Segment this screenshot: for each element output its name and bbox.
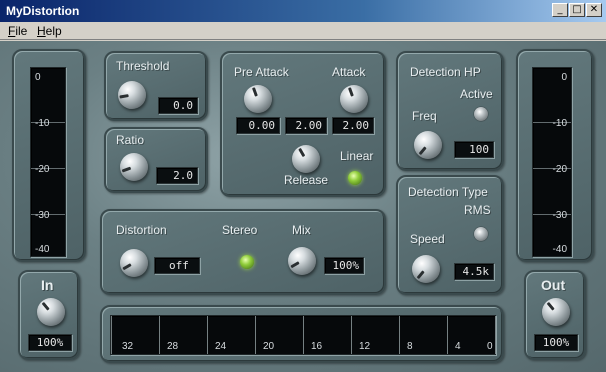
stereo-led-toggle[interactable]: [240, 255, 254, 269]
speed-label: Speed: [410, 232, 445, 246]
linear-led-toggle[interactable]: [348, 171, 362, 185]
gr-scale-0: 0: [487, 341, 493, 352]
threshold-panel: Threshold 0.0: [104, 51, 208, 121]
freq-value: 100: [454, 141, 494, 158]
pre-attack-value: 0.00: [236, 117, 280, 134]
output-scale-40: -40: [552, 244, 567, 255]
input-scale-10: -10: [35, 118, 50, 129]
ratio-value: 2.0: [156, 167, 198, 184]
gr-tick: [351, 316, 352, 354]
threshold-value: 0.0: [158, 97, 198, 114]
input-gain-knob[interactable]: [37, 298, 65, 326]
gr-scale-28: 28: [167, 341, 179, 352]
detection-hp-title: Detection HP: [410, 65, 481, 79]
output-scale-30: -30: [552, 210, 567, 221]
freq-knob[interactable]: [414, 131, 442, 159]
release-label: Release: [284, 173, 329, 187]
gr-scale-8: 8: [407, 341, 413, 352]
menu-help[interactable]: Help: [37, 24, 62, 38]
ratio-panel: Ratio 2.0: [104, 127, 208, 193]
speed-value: 4.5k: [454, 263, 494, 280]
input-gain-panel: In 100%: [18, 270, 80, 360]
menu-file[interactable]: File: [8, 24, 27, 38]
gr-scale-16: 16: [311, 341, 323, 352]
distortion-label: Distortion: [116, 223, 167, 237]
active-led-toggle[interactable]: [474, 107, 488, 121]
output-scale-10: -10: [552, 118, 567, 129]
output-scale-20: -20: [552, 164, 567, 175]
menu-bar: File Help: [0, 22, 606, 40]
detection-type-panel: Detection Type RMS Speed 4.5k: [396, 175, 504, 295]
gain-reduction-panel: 32 28 24 20 16 12 8 4 0: [100, 305, 504, 363]
gr-tick: [495, 316, 496, 354]
freq-label: Freq: [412, 109, 437, 123]
rms-label: RMS: [464, 203, 491, 217]
attack-value-b: 2.00: [332, 117, 374, 134]
output-gain-value: 100%: [534, 334, 578, 351]
output-meter-panel: 0 -10 -20 -30 -40: [516, 49, 594, 262]
mix-value: 100%: [324, 257, 364, 274]
input-gain-label: In: [41, 277, 54, 293]
input-gain-value: 100%: [28, 334, 72, 351]
gr-scale-32: 32: [122, 341, 134, 352]
gr-scale-4: 4: [455, 341, 461, 352]
input-meter-panel: 0 -10 -20 -30 -40: [12, 49, 86, 262]
distortion-panel: Distortion off Stereo Mix 100%: [100, 209, 386, 295]
gr-scale-12: 12: [359, 341, 371, 352]
speed-knob[interactable]: [412, 255, 440, 283]
gr-tick: [447, 316, 448, 354]
linear-label: Linear: [340, 149, 374, 163]
output-scale-0: 0: [561, 72, 567, 83]
gr-tick: [303, 316, 304, 354]
detection-type-title: Detection Type: [408, 185, 488, 199]
gr-tick: [159, 316, 160, 354]
gr-tick: [255, 316, 256, 354]
active-label: Active: [460, 87, 493, 101]
gr-scale-24: 24: [215, 341, 227, 352]
detection-hp-panel: Detection HP Active Freq 100: [396, 51, 504, 171]
mix-knob[interactable]: [288, 247, 316, 275]
release-knob[interactable]: [292, 145, 320, 173]
output-level-meter: 0 -10 -20 -30 -40: [532, 67, 572, 257]
gr-tick: [399, 316, 400, 354]
pre-attack-label: Pre Attack: [234, 65, 289, 79]
gr-tick: [111, 316, 112, 354]
envelope-panel: Pre Attack Attack 0.00 2.00 2.00 Release…: [220, 51, 386, 197]
close-button[interactable]: ✕: [586, 3, 602, 17]
pre-attack-knob[interactable]: [244, 85, 272, 113]
input-scale-40: -40: [35, 244, 50, 255]
maximize-button[interactable]: □: [569, 3, 585, 17]
output-gain-knob[interactable]: [542, 298, 570, 326]
gain-reduction-meter: 32 28 24 20 16 12 8 4 0: [110, 315, 496, 355]
attack-label: Attack: [332, 65, 366, 79]
distortion-value: off: [154, 257, 200, 274]
title-bar[interactable]: MyDistortion: [0, 0, 606, 22]
input-scale-0: 0: [35, 72, 41, 83]
output-gain-label: Out: [541, 277, 566, 293]
input-scale-30: -30: [35, 210, 50, 221]
minimize-button[interactable]: _: [552, 3, 568, 17]
ratio-label: Ratio: [116, 133, 145, 147]
mix-label: Mix: [292, 223, 311, 237]
plugin-surface: 0 -10 -20 -30 -40 In 100% Threshold 0.0 …: [0, 41, 606, 372]
input-level-meter: 0 -10 -20 -30 -40: [30, 67, 66, 257]
output-gain-panel: Out 100%: [524, 270, 586, 360]
distortion-knob[interactable]: [120, 249, 148, 277]
threshold-label: Threshold: [116, 59, 170, 73]
attack-value-a: 2.00: [285, 117, 327, 134]
ratio-knob[interactable]: [120, 153, 148, 181]
window-title: MyDistortion: [6, 4, 80, 18]
attack-knob[interactable]: [340, 85, 368, 113]
input-scale-20: -20: [35, 164, 50, 175]
stereo-label: Stereo: [222, 223, 258, 237]
threshold-knob[interactable]: [118, 81, 146, 109]
gr-scale-20: 20: [263, 341, 275, 352]
gr-tick: [207, 316, 208, 354]
rms-led-toggle[interactable]: [474, 227, 488, 241]
